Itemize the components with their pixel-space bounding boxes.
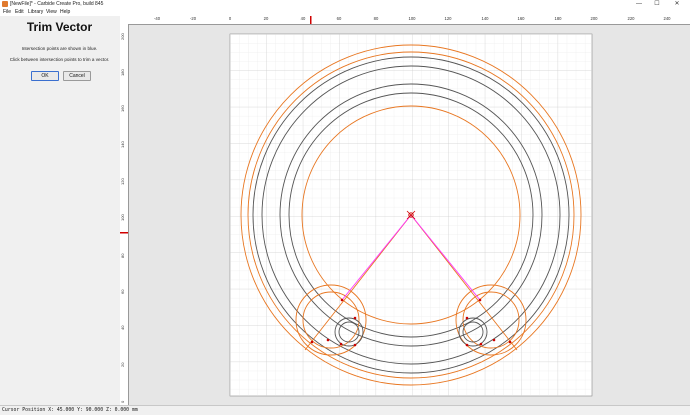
- ruler-cursor-marker-y: [120, 232, 128, 234]
- ruler-cursor-marker-x: [310, 16, 312, 24]
- drawing-layer: [120, 16, 593, 397]
